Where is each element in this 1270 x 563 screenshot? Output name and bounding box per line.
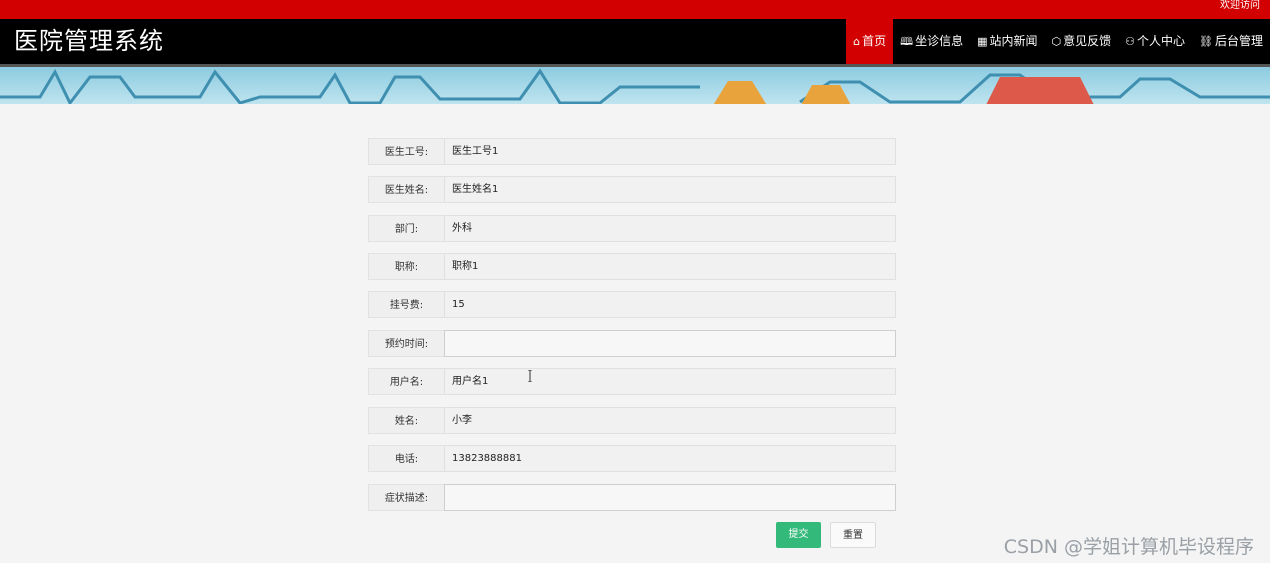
form-row-appointment-time: 预约时间:	[368, 330, 896, 357]
user-icon: ⚇	[1125, 35, 1135, 48]
nav-item-clinic-info[interactable]: 🕮 坐诊信息	[893, 19, 970, 64]
form-row-symptoms: 症状描述:	[368, 484, 896, 511]
nav-item-label: 意见反馈	[1063, 34, 1112, 48]
symptoms-label: 症状描述:	[368, 484, 444, 511]
home-icon: ⌂	[853, 35, 861, 48]
form-row-username: 用户名: 用户名1	[368, 368, 896, 395]
banner-image	[0, 64, 1270, 104]
top-bar: 欢迎访问	[0, 0, 1270, 19]
nav-item-admin[interactable]: ⛓ 后台管理	[1192, 19, 1270, 64]
nav-item-label: 首页	[862, 34, 887, 48]
submit-button[interactable]: 提交	[776, 522, 821, 548]
nav-item-feedback[interactable]: ⬡ 意见反馈	[1045, 19, 1119, 64]
book-icon: 🕮	[900, 35, 914, 48]
form-row-fee: 挂号费: 15	[368, 291, 896, 318]
nav-item-profile[interactable]: ⚇ 个人中心	[1118, 19, 1192, 64]
registration-fee-field[interactable]: 15	[444, 291, 896, 318]
link-icon: ⛓	[1199, 35, 1213, 48]
form-row-doctor-name: 医生姓名: 医生姓名1	[368, 176, 896, 203]
appointment-time-input[interactable]	[444, 330, 896, 357]
watermark: CSDN @学姐计算机毕设程序	[1003, 536, 1254, 558]
username-label: 用户名:	[368, 368, 444, 395]
doctor-name-label: 医生姓名:	[368, 176, 444, 203]
form-row-department: 部门: 外科	[368, 215, 896, 242]
nav-item-news[interactable]: ▦ 站内新闻	[970, 19, 1044, 64]
site-title: 医院管理系统	[14, 27, 164, 55]
department-label: 部门:	[368, 215, 444, 242]
name-field[interactable]: 小李	[444, 407, 896, 434]
form-row-doctor-id: 医生工号: 医生工号1	[368, 138, 896, 165]
text-cursor-icon	[528, 370, 532, 382]
name-label: 姓名:	[368, 407, 444, 434]
form-row-phone: 电话: 13823888881	[368, 445, 896, 472]
welcome-text: 欢迎访问	[1220, 0, 1260, 11]
nav-item-label: 站内新闻	[989, 34, 1038, 48]
form-row-title: 职称: 职称1	[368, 253, 896, 280]
main-nav: ⌂ 首页 🕮 坐诊信息 ▦ 站内新闻 ⬡ 意见反馈 ⚇ 个人中心 ⛓ 后台管理	[846, 19, 1270, 64]
doctor-id-label: 医生工号:	[368, 138, 444, 165]
cube-icon: ⬡	[1051, 35, 1062, 48]
doctor-name-field[interactable]: 医生姓名1	[444, 176, 896, 203]
form-row-name: 姓名: 小李	[368, 407, 896, 434]
grid-icon: ▦	[977, 35, 988, 48]
username-field[interactable]: 用户名1	[444, 368, 896, 395]
phone-field[interactable]: 13823888881	[444, 445, 896, 472]
department-field[interactable]: 外科	[444, 215, 896, 242]
appointment-time-label: 预约时间:	[368, 330, 444, 357]
navbar: 医院管理系统 ⌂ 首页 🕮 坐诊信息 ▦ 站内新闻 ⬡ 意见反馈 ⚇ 个人中心 …	[0, 19, 1270, 64]
job-title-field[interactable]: 职称1	[444, 253, 896, 280]
nav-item-label: 坐诊信息	[915, 34, 964, 48]
phone-label: 电话:	[368, 445, 444, 472]
registration-fee-label: 挂号费:	[368, 291, 444, 318]
banner-ecg-graphic	[0, 68, 1270, 104]
nav-item-home[interactable]: ⌂ 首页	[846, 19, 894, 64]
reset-button[interactable]: 重置	[830, 522, 876, 548]
job-title-label: 职称:	[368, 253, 444, 280]
nav-item-label: 后台管理	[1214, 34, 1263, 48]
nav-item-label: 个人中心	[1137, 34, 1186, 48]
symptoms-input[interactable]	[444, 484, 896, 511]
doctor-id-field[interactable]: 医生工号1	[444, 138, 896, 165]
